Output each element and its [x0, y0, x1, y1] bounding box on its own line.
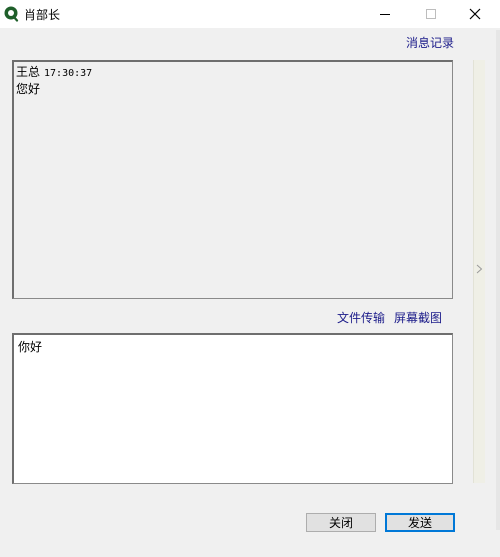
title-bar[interactable]: 肖部长 [0, 0, 500, 28]
message-time: 17:30:37 [44, 68, 93, 79]
message-header: 王总 17:30:37 [16, 65, 450, 81]
window-edge [496, 30, 500, 530]
chat-app-icon [4, 6, 19, 22]
screenshot-link[interactable]: 屏幕截图 [394, 309, 442, 326]
window-close-button[interactable] [452, 0, 498, 28]
maximize-button[interactable] [408, 0, 454, 28]
side-panel-toggle[interactable] [473, 60, 485, 483]
send-button[interactable]: 发送 [385, 513, 455, 532]
minimize-icon [380, 14, 390, 15]
close-button[interactable]: 关闭 [306, 513, 376, 532]
maximize-icon [426, 9, 436, 19]
message-sender: 王总 [16, 65, 41, 79]
file-transfer-link[interactable]: 文件传输 [337, 309, 385, 326]
message-text: 您好 [16, 82, 41, 96]
chevron-right-icon [476, 264, 483, 274]
message-history-pane[interactable]: 王总 17:30:37 您好 [12, 60, 453, 299]
message-history-link[interactable]: 消息记录 [406, 34, 454, 51]
minimize-button[interactable] [362, 0, 408, 28]
compose-text: 你好 [18, 340, 43, 354]
window-title: 肖部长 [24, 8, 61, 22]
compose-input[interactable]: 你好 [12, 333, 453, 484]
close-icon [469, 8, 481, 20]
